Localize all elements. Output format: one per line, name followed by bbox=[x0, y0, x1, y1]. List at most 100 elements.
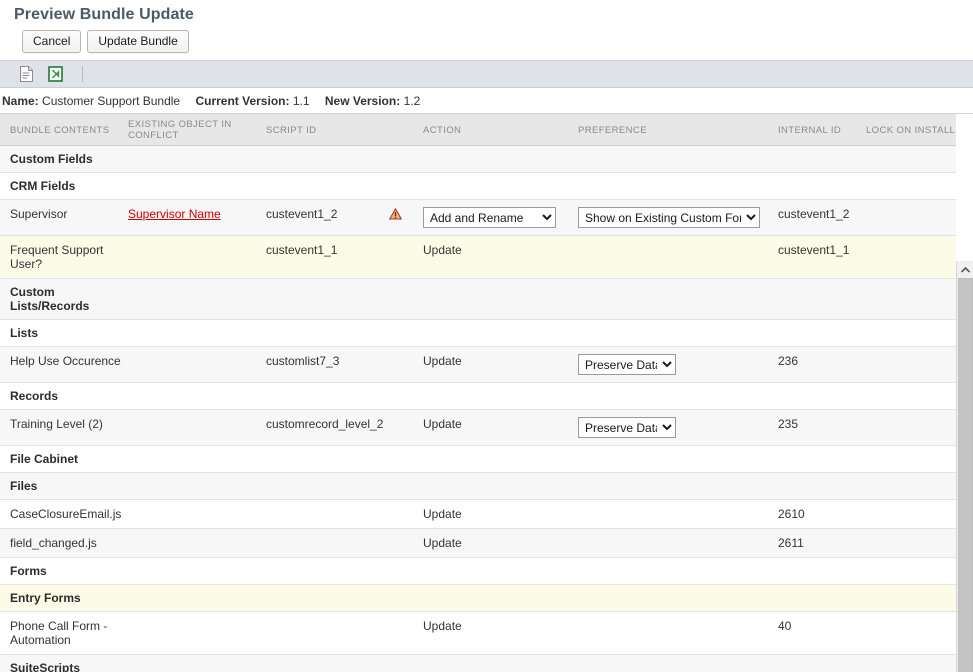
preference-cell bbox=[578, 319, 778, 347]
script-id-cell: customrecord_level_2 bbox=[266, 409, 389, 446]
lock-on-install-cell bbox=[866, 409, 956, 446]
action-cell bbox=[423, 172, 578, 200]
action-select[interactable]: Add and Rename bbox=[423, 207, 556, 228]
lock-on-install-cell bbox=[866, 145, 956, 173]
preference-cell bbox=[578, 654, 778, 672]
script-id-cell bbox=[266, 499, 389, 529]
group-label: SuiteScripts bbox=[0, 654, 128, 672]
scrollbar-thumb[interactable] bbox=[958, 278, 973, 672]
internal-id-cell: 40 bbox=[778, 611, 866, 655]
table-row: CaseClosureEmail.js Update 2610 bbox=[0, 499, 956, 529]
col-lock-on-install: LOCK ON INSTALL bbox=[866, 114, 956, 146]
action-cell bbox=[423, 382, 578, 410]
script-id-cell bbox=[266, 528, 389, 558]
bundle-content-name: Training Level (2) bbox=[0, 409, 128, 446]
lock-on-install-cell bbox=[866, 445, 956, 473]
current-version-value: 1.1 bbox=[292, 94, 310, 108]
warning-cell bbox=[389, 528, 423, 558]
print-icon[interactable] bbox=[18, 66, 35, 83]
col-action: ACTION bbox=[423, 114, 578, 146]
script-id-cell: custevent1_1 bbox=[266, 235, 389, 279]
vertical-scrollbar[interactable] bbox=[956, 261, 973, 672]
existing-object-cell bbox=[128, 528, 266, 558]
action-cell bbox=[423, 654, 578, 672]
new-version-value: 1.2 bbox=[403, 94, 421, 108]
existing-object-cell bbox=[128, 145, 266, 173]
scroll-up-arrow[interactable] bbox=[957, 261, 973, 278]
conflict-object-link[interactable]: Supervisor Name bbox=[128, 207, 221, 221]
action-cell bbox=[423, 319, 578, 347]
warning-icon[interactable] bbox=[388, 207, 403, 223]
toolbar-separator bbox=[82, 66, 83, 82]
group-label: CRM Fields bbox=[0, 172, 128, 200]
warning-cell bbox=[389, 445, 423, 473]
internal-id-cell bbox=[778, 557, 866, 585]
action-cell bbox=[423, 145, 578, 173]
internal-id-cell: 236 bbox=[778, 346, 866, 383]
group-label: Records bbox=[0, 382, 128, 410]
group-label: Files bbox=[0, 472, 128, 500]
internal-id-cell bbox=[778, 382, 866, 410]
preference-cell: Preserve Data bbox=[578, 346, 778, 383]
table-row: Supervisor Supervisor Name custevent1_2 Add… bbox=[0, 199, 956, 236]
internal-id-cell: custevent1_1 bbox=[778, 235, 866, 279]
script-id-cell: custevent1_2 bbox=[266, 199, 389, 236]
preference-select[interactable]: Show on Existing Custom Forms bbox=[578, 207, 760, 228]
action-text: Update bbox=[423, 499, 578, 529]
table-row: field_changed.js Update 2611 bbox=[0, 528, 956, 558]
lock-on-install-cell bbox=[866, 528, 956, 558]
preference-cell bbox=[578, 278, 778, 320]
script-id-cell: customlist7_3 bbox=[266, 346, 389, 383]
warning-cell bbox=[389, 499, 423, 529]
internal-id-cell: 2610 bbox=[778, 499, 866, 529]
table-group-row: Forms bbox=[0, 557, 956, 585]
table-group-row: SuiteScripts bbox=[0, 654, 956, 672]
col-preference: PREFERENCE bbox=[578, 114, 778, 146]
col-bundle-contents: BUNDLE CONTENTS bbox=[0, 114, 128, 146]
existing-object-cell bbox=[128, 235, 266, 279]
preference-cell bbox=[578, 172, 778, 200]
preference-cell: Preserve Data bbox=[578, 409, 778, 446]
warning-cell bbox=[389, 172, 423, 200]
group-label: Custom Lists/Records bbox=[0, 278, 128, 320]
lock-on-install-cell bbox=[866, 199, 956, 236]
internal-id-cell: 2611 bbox=[778, 528, 866, 558]
group-label: Custom Fields bbox=[0, 145, 128, 173]
action-text: Update bbox=[423, 611, 578, 655]
excel-export-icon[interactable] bbox=[47, 66, 64, 83]
lock-on-install-cell bbox=[866, 499, 956, 529]
script-id-cell bbox=[266, 472, 389, 500]
preference-select[interactable]: Preserve Data bbox=[578, 417, 676, 438]
name-label: Name: bbox=[2, 94, 39, 108]
cancel-button[interactable]: Cancel bbox=[22, 30, 82, 53]
lock-on-install-cell bbox=[866, 557, 956, 585]
preference-cell bbox=[578, 557, 778, 585]
col-internal-id: INTERNAL ID bbox=[778, 114, 866, 146]
preference-cell bbox=[578, 472, 778, 500]
internal-id-cell bbox=[778, 278, 866, 320]
lock-on-install-cell bbox=[866, 382, 956, 410]
warning-cell bbox=[389, 472, 423, 500]
bundle-info-line: Name: Customer Support Bundle Current Ve… bbox=[0, 88, 973, 113]
new-version-label: New Version: bbox=[324, 94, 401, 108]
bundle-content-name: Phone Call Form - Automation bbox=[0, 611, 128, 655]
action-text: Update bbox=[423, 346, 578, 383]
internal-id-cell bbox=[778, 445, 866, 473]
current-version-label: Current Version: bbox=[195, 94, 290, 108]
preference-cell bbox=[578, 235, 778, 279]
preference-cell bbox=[578, 528, 778, 558]
update-bundle-button[interactable]: Update Bundle bbox=[87, 30, 189, 53]
bundle-content-name: CaseClosureEmail.js bbox=[0, 499, 128, 529]
preference-cell: Show on Existing Custom Forms bbox=[578, 199, 778, 236]
preference-cell bbox=[578, 584, 778, 612]
warning-cell bbox=[389, 557, 423, 585]
script-id-cell bbox=[266, 584, 389, 612]
internal-id-cell bbox=[778, 654, 866, 672]
warning-cell bbox=[388, 199, 423, 236]
group-label: Lists bbox=[0, 319, 128, 347]
preference-select[interactable]: Preserve Data bbox=[578, 354, 676, 375]
internal-id-cell bbox=[778, 319, 866, 347]
table-body: Custom Fields CRM Fields Supervisor Supervi… bbox=[0, 145, 956, 672]
existing-object-cell bbox=[128, 557, 266, 585]
group-label: Entry Forms bbox=[0, 584, 128, 612]
